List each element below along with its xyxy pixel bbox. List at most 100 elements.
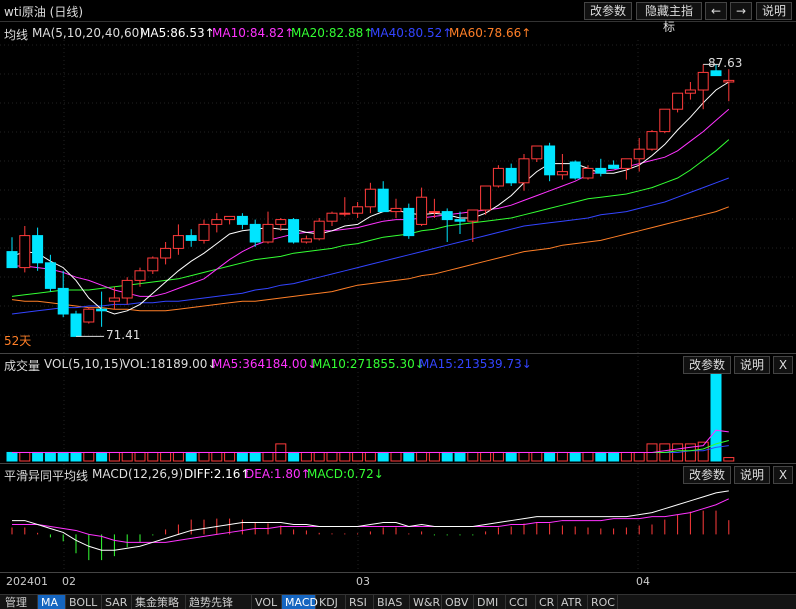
candle-body [441,211,453,221]
volume-bar [108,451,120,462]
title-bar: wti原油 (日线) 改参数 隐藏主指标 ← → 说明 [0,0,796,34]
tab-rsi[interactable]: RSI [346,595,374,609]
params-button[interactable]: 改参数 [584,2,632,20]
candle-body [147,257,159,272]
tab-w&r[interactable]: W&R [410,595,442,609]
tab-roc[interactable]: ROC [588,595,618,609]
chart-title: wti原油 (日线) [4,5,84,19]
candle-body [339,212,351,215]
x-axis [0,572,796,593]
macd-legend-name: MACD(12,26,9) [92,467,184,481]
candle-body [108,297,120,302]
volume-bar [44,451,56,462]
tab-boll[interactable]: BOLL [66,595,102,609]
next-button[interactable]: → [730,2,752,20]
period-label: 52天 [4,334,32,348]
volume-bar [454,451,466,462]
tab-dmi[interactable]: DMI [474,595,506,609]
candle-body [723,79,735,83]
vol-pane-header: 成交量 VOL(5,10,15) VOL:18189.00↓ MA5:36418… [0,353,796,374]
vol-ma10-line [12,439,729,453]
tab-cci[interactable]: CCI [506,595,536,609]
macd-help-button[interactable]: 说明 [734,466,770,484]
candle-body [96,308,108,312]
ma-legend: 均线 MA(5,10,20,40,60) MA5:86.53↑ MA10:84.… [0,23,796,42]
vol-ma5-value: MA5:364184.00↓ [212,357,318,371]
volume-bar [441,451,453,462]
volume-bar [492,451,504,462]
volume-bar [633,451,645,462]
candle-body [467,209,479,222]
tab-vol[interactable]: VOL [252,595,282,609]
tab-bias[interactable]: BIAS [374,595,410,609]
macd-pane-header: 平滑异同平均线 MACD(12,26,9) DIFF:2.16↑ DEA:1.8… [0,463,796,484]
volume-bar [620,451,632,462]
volume-bar [70,451,82,462]
prev-button[interactable]: ← [705,2,727,20]
volume-bar [531,451,543,462]
volume-bar [723,457,735,462]
candle-body [646,131,658,150]
chart-canvas [0,40,796,572]
help-button[interactable]: 说明 [756,2,792,20]
vol-params-button[interactable]: 改参数 [683,356,731,374]
tab-atr[interactable]: ATR [558,595,588,609]
candle-body [6,251,18,269]
tab-ma[interactable]: MA [38,595,66,609]
candle-body [518,158,530,184]
macd-legend-label: 平滑异同平均线 [4,469,89,483]
tab-macd[interactable]: MACD [282,595,318,609]
volume-bar [262,451,274,462]
candle-body [134,270,146,281]
volume-bar [6,451,18,462]
candle-body [224,215,236,221]
volume-bar [211,451,223,462]
volume-bar [147,451,159,462]
vol-help-button[interactable]: 说明 [734,356,770,374]
ma60-line [11,206,729,312]
ma-legend-name: MA(5,10,20,40,60) [32,26,144,40]
ma-legend-label: 均线 [4,28,29,42]
tab-趋势先锋[interactable]: 趋势先锋 [186,595,252,609]
x-label-02: 02 [62,575,76,588]
candle-body [352,206,364,214]
vol-ma15-line [12,445,729,453]
hide-main-indicator-button[interactable]: 隐藏主指标 [636,2,702,34]
candle-body [236,215,248,225]
volume-bar [249,451,261,462]
tab-集金策略[interactable]: 集金策略 [132,595,186,609]
candle-body [633,148,645,160]
candle-body [275,219,287,225]
candle-body [185,235,197,241]
volume-bar [467,451,479,462]
macd-value: MACD:0.72↓ [307,467,384,481]
dea-value: DEA:1.80↑ [245,467,311,481]
volume-bar [352,451,364,462]
macd-close-button[interactable]: X [773,466,793,484]
volume-bar [364,451,376,462]
candle-body [160,247,172,259]
vol-close-button[interactable]: X [773,356,793,374]
tab-kdj[interactable]: KDJ [316,595,346,609]
candle-body [672,92,684,110]
macd-params-button[interactable]: 改参数 [683,466,731,484]
candle-body [44,262,56,289]
tab-obv[interactable]: OBV [442,595,474,609]
candle-body [480,185,492,211]
volume-bar [236,451,248,462]
x-label-202401: 202401 [6,575,48,588]
tab-管理[interactable]: 管理 [2,595,38,609]
tab-sar[interactable]: SAR [102,595,132,609]
volume-bar [544,451,556,462]
volume-bar [403,451,415,462]
vol-legend-name: VOL(5,10,15) [44,357,124,371]
candle-body [83,308,95,323]
volume-bar [505,451,517,462]
candle-body [198,223,210,241]
candle-body [32,235,44,264]
tab-cr[interactable]: CR [536,595,558,609]
volume-bar [390,451,402,462]
candle-body [710,70,722,77]
indicator-tab-bar: 管理 MA BOLL SAR 集金策略 趋势先锋 VOL MACD KDJ RSI BIAS W&R O… [0,594,796,609]
volume-bar [198,451,210,462]
